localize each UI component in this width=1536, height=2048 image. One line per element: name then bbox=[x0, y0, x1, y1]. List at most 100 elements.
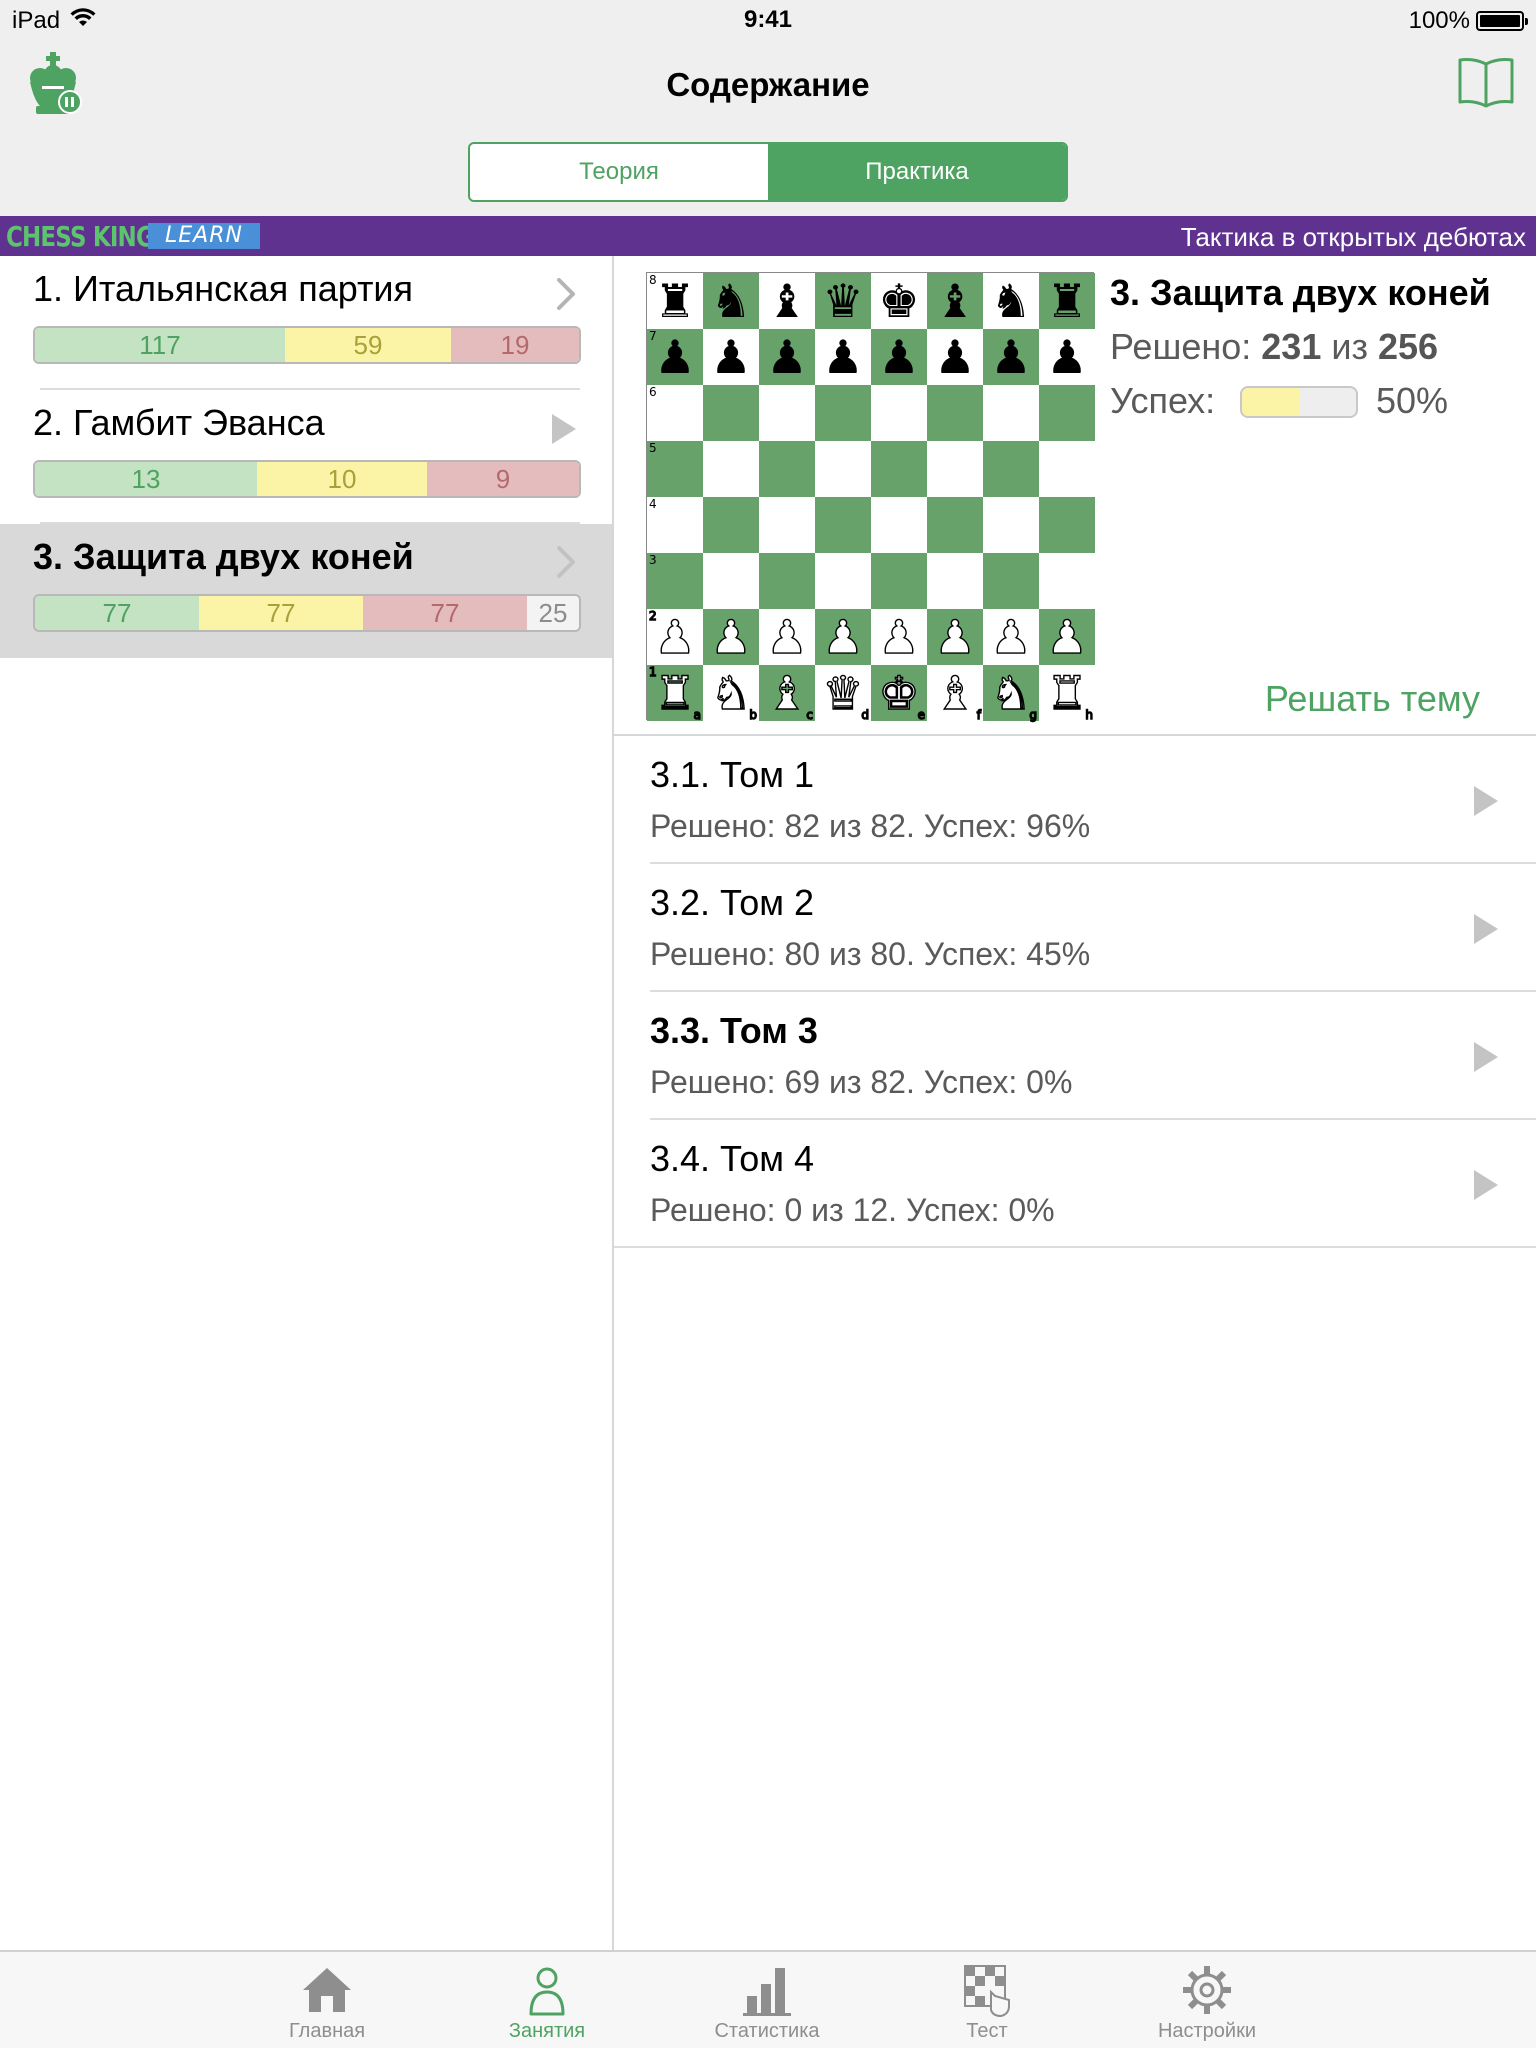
chapter-progress-bar: 77 77 77 25 bbox=[33, 594, 581, 632]
chess-king-brand: CHESS KING bbox=[6, 220, 155, 253]
stat-solved-partial: 59 bbox=[285, 328, 451, 362]
black-pawn-icon: ♟ bbox=[815, 329, 871, 385]
chapter-progress-bar: 13 10 9 bbox=[33, 460, 581, 498]
chapter-item[interactable]: 2. Гамбит Эванса 13 10 9 bbox=[0, 390, 612, 524]
topic-title: 3. Защита двух коней bbox=[1110, 272, 1491, 313]
rank-label: 5 bbox=[649, 441, 657, 455]
stat-solved-bad: 77 bbox=[363, 596, 527, 630]
solve-topic-button[interactable]: Решать тему bbox=[1265, 678, 1480, 720]
success-progress-bar bbox=[1240, 386, 1358, 418]
black-king-icon: ♚ bbox=[871, 273, 927, 329]
board-square: 6 bbox=[647, 385, 703, 441]
chess-board-preview: ♜ 8 ♞ ♝ ♛ ♚ ♝ ♞ ♜ ♟ 7 ♟ ♟ ♟ ♟ ♟ ♟ ♟ 6 5 4 3 ♟ 2 ♟ ♟ ♟ ♟ ♟ ♟ ♟ ♜ 1 a ♞ b ♝ c ♛ d… bbox=[646, 272, 1095, 722]
play-icon bbox=[1474, 1170, 1498, 1200]
board-square bbox=[927, 497, 983, 553]
board-square bbox=[871, 553, 927, 609]
white-bishop-icon: ♝ f bbox=[927, 665, 983, 722]
divider bbox=[614, 1246, 1536, 1248]
volume-item[interactable]: 3.2. Том 2 Решено: 80 из 80. Успех: 45% bbox=[614, 864, 1536, 992]
white-pawn-icon: ♟ bbox=[927, 609, 983, 665]
segment-theory[interactable]: Теория bbox=[470, 144, 768, 200]
tab-statistics[interactable]: Статистика bbox=[687, 1954, 847, 2048]
board-square: 4 bbox=[647, 497, 703, 553]
black-queen-icon: ♛ bbox=[815, 273, 871, 329]
tab-test[interactable]: Тест bbox=[907, 1954, 1067, 2048]
chapter-item-selected[interactable]: 3. Защита двух коней 77 77 77 25 bbox=[0, 524, 612, 658]
white-pawn-icon: ♟ bbox=[871, 609, 927, 665]
tab-label: Статистика bbox=[714, 2020, 820, 2042]
tab-label: Занятия bbox=[508, 2020, 586, 2042]
board-square bbox=[983, 497, 1039, 553]
white-knight-icon: ♞ g bbox=[983, 665, 1039, 722]
segment-practice[interactable]: Практика bbox=[768, 144, 1066, 200]
white-rook-icon: ♜ h bbox=[1039, 665, 1095, 722]
learn-badge: LEARN bbox=[148, 223, 260, 249]
page-title: Содержание bbox=[666, 66, 870, 103]
board-square bbox=[759, 553, 815, 609]
test-board-icon bbox=[964, 1965, 1010, 2018]
black-pawn-icon: ♟ bbox=[759, 329, 815, 385]
tab-lessons[interactable]: Занятия bbox=[467, 1954, 627, 2048]
board-square bbox=[759, 385, 815, 441]
play-icon bbox=[1474, 914, 1498, 944]
black-rook-icon: ♜ 8 bbox=[647, 273, 703, 329]
course-title: Тактика в открытых дебютах bbox=[1180, 222, 1526, 252]
volume-item[interactable]: 3.4. Том 4 Решено: 0 из 12. Успех: 0% bbox=[614, 1120, 1536, 1248]
tab-label: Главная bbox=[288, 2020, 366, 2042]
white-pawn-icon: ♟ bbox=[759, 609, 815, 665]
board-square bbox=[1039, 385, 1095, 441]
success-percent: 50% bbox=[1376, 380, 1449, 421]
tab-home[interactable]: Главная bbox=[247, 1954, 407, 2048]
tab-bar: Главная Занятия Статистика Тест Настройк… bbox=[0, 1950, 1536, 2048]
file-label: a bbox=[693, 708, 702, 722]
chapter-title: 3. Защита двух коней bbox=[33, 536, 414, 577]
black-pawn-icon: ♟ bbox=[703, 329, 759, 385]
stat-solved-partial: 10 bbox=[257, 462, 427, 496]
volume-stats: Решено: 0 из 12. Успех: 0% bbox=[650, 1192, 1055, 1228]
gear-icon bbox=[1183, 1966, 1231, 2014]
black-pawn-icon: ♟ bbox=[1039, 329, 1095, 385]
rank-label: 3 bbox=[649, 553, 657, 567]
white-pawn-icon: ♟ bbox=[815, 609, 871, 665]
board-square bbox=[927, 385, 983, 441]
board-square bbox=[703, 385, 759, 441]
stat-unsolved: 25 bbox=[527, 596, 579, 630]
stat-solved-partial: 77 bbox=[199, 596, 363, 630]
file-label: b bbox=[749, 708, 758, 722]
book-icon[interactable] bbox=[1456, 54, 1516, 110]
white-pawn-icon: ♟ bbox=[983, 609, 1039, 665]
board-square bbox=[927, 441, 983, 497]
file-label: c bbox=[806, 708, 814, 722]
board-square bbox=[871, 497, 927, 553]
chapter-list: 1. Итальянская партия 117 59 19 2. Гамби… bbox=[0, 256, 614, 1950]
stat-solved-bad: 9 bbox=[427, 462, 579, 496]
success-progress-fill bbox=[1242, 388, 1299, 416]
black-rook-icon: ♜ bbox=[1039, 273, 1095, 329]
tab-settings[interactable]: Настройки bbox=[1127, 1954, 1287, 2048]
rank-label: 1 bbox=[648, 665, 657, 679]
volume-item[interactable]: 3.3. Том 3 Решено: 69 из 82. Успех: 0% bbox=[614, 992, 1536, 1120]
black-pawn-icon: ♟ bbox=[983, 329, 1039, 385]
file-label: e bbox=[917, 708, 926, 722]
navigation-bar: Содержание Теория Практика bbox=[0, 40, 1536, 216]
chapter-item[interactable]: 1. Итальянская партия 117 59 19 bbox=[0, 256, 612, 390]
white-pawn-icon: ♟ bbox=[1039, 609, 1095, 665]
stat-solved-good: 77 bbox=[35, 596, 199, 630]
file-label: d bbox=[861, 708, 870, 722]
black-pawn-icon: ♟ 7 bbox=[647, 329, 703, 385]
board-square: 5 bbox=[647, 441, 703, 497]
theory-practice-segmented-control: Теория Практика bbox=[468, 142, 1068, 202]
rank-label: 4 bbox=[649, 497, 657, 511]
volume-item[interactable]: 3.1. Том 1 Решено: 82 из 82. Успех: 96% bbox=[614, 736, 1536, 864]
white-knight-icon: ♞ b bbox=[703, 665, 759, 722]
black-pawn-icon: ♟ bbox=[927, 329, 983, 385]
status-bar: iPad 9:41 100% bbox=[0, 0, 1536, 40]
board-square bbox=[927, 553, 983, 609]
chapter-title: 2. Гамбит Эванса bbox=[33, 402, 325, 443]
clock: 9:41 bbox=[743, 6, 793, 33]
chapter-progress-bar: 117 59 19 bbox=[33, 326, 581, 364]
battery-icon bbox=[1476, 11, 1528, 31]
board-square bbox=[703, 441, 759, 497]
board-square bbox=[759, 497, 815, 553]
of-label: из bbox=[1331, 326, 1368, 367]
